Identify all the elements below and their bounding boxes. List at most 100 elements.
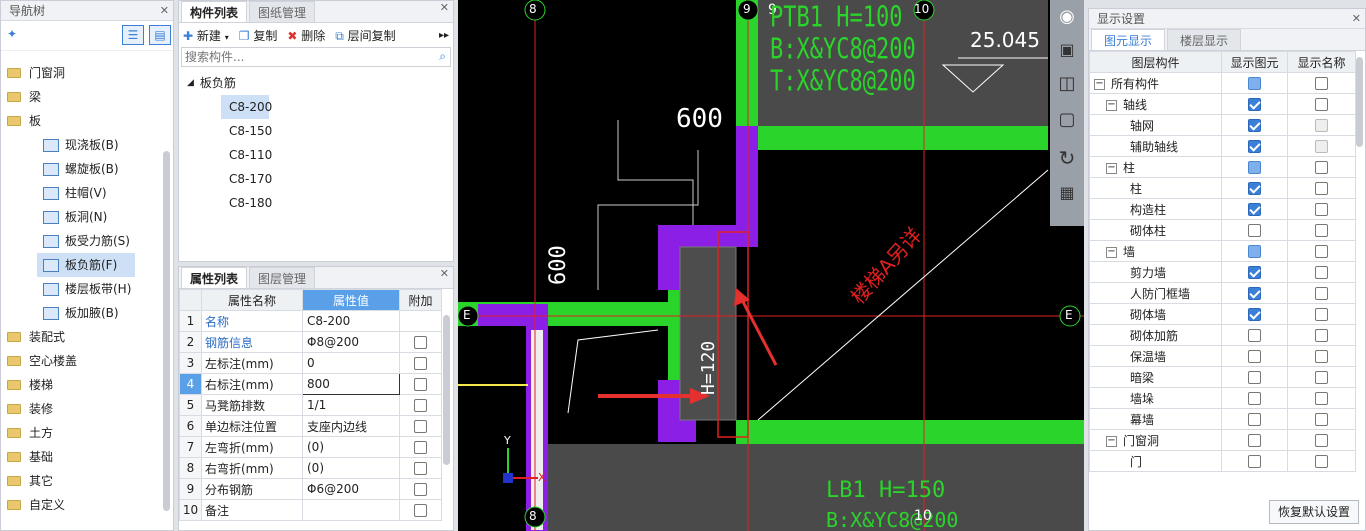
layer-row[interactable]: 幕墙 [1089,408,1356,430]
layer-row[interactable]: 保温墙 [1089,345,1356,367]
nav-item[interactable]: 现浇板(B) [1,133,173,157]
property-value[interactable] [302,499,400,521]
show-name-checkbox[interactable] [1315,392,1328,405]
collapse-icon[interactable]: − [1106,435,1117,447]
floor-copy-button[interactable]: ⧉ 层间复制 [335,27,395,44]
show-name-checkbox[interactable] [1315,329,1328,342]
layer-row[interactable]: 构造柱 [1089,198,1356,220]
nav-item[interactable]: 基础 [1,445,173,469]
layer-row[interactable]: − 所有构件 [1089,72,1356,94]
nav-item[interactable]: 梁 [1,85,173,109]
box-view-icon[interactable]: ▢ [1050,102,1084,138]
show-element-checkbox[interactable] [1248,266,1261,279]
tab-component-list[interactable]: 构件列表 [181,1,248,22]
add-icon[interactable]: ✦ [7,27,17,41]
property-add-checkbox[interactable] [414,378,427,391]
show-name-checkbox[interactable] [1315,266,1328,279]
search-icon[interactable]: ⌕ [439,49,446,64]
nav-item[interactable]: 板受力筋(S) [1,229,173,253]
nav-item[interactable]: 楼梯 [1,373,173,397]
property-add-checkbox[interactable] [414,504,427,517]
property-add-checkbox[interactable] [414,420,427,433]
property-row[interactable]: 2 钢筋信息 Φ8@200 [179,331,442,353]
collapse-icon[interactable]: − [1106,246,1117,258]
collapse-icon[interactable]: − [1094,78,1105,90]
nav-scrollbar[interactable] [163,151,170,511]
property-add-checkbox[interactable] [414,357,427,370]
layer-scrollbar[interactable] [1356,57,1363,147]
nav-item[interactable]: 门窗洞 [1,61,173,85]
component-item[interactable]: C8-110 [221,143,453,167]
close-icon[interactable]: ✕ [160,1,169,21]
show-name-checkbox[interactable] [1315,308,1328,321]
nav-item[interactable]: 土方 [1,421,173,445]
property-value[interactable]: C8-200 [302,310,400,332]
show-name-checkbox[interactable] [1315,77,1328,90]
property-row[interactable]: 7 左弯折(mm) (0) [179,436,442,458]
collapse-icon[interactable]: ◢ [187,71,194,95]
show-element-checkbox[interactable] [1248,140,1261,153]
tab-floor-display[interactable]: 楼层显示 [1167,29,1242,50]
property-row[interactable]: 4 右标注(mm) 800 [179,373,442,395]
nav-item[interactable]: 装修 [1,397,173,421]
nav-item[interactable]: 装配式 [1,325,173,349]
layer-row[interactable]: 砌体墙 [1089,303,1356,325]
show-element-checkbox[interactable] [1248,308,1261,321]
close-icon[interactable]: ✕ [440,267,449,280]
tab-element-display[interactable]: 图元显示 [1091,29,1166,50]
property-value[interactable]: (0) [302,436,400,458]
show-name-checkbox[interactable] [1315,203,1328,216]
close-icon[interactable]: ✕ [1352,9,1361,29]
show-element-checkbox[interactable] [1248,224,1261,237]
property-value[interactable]: Φ6@200 [302,478,400,500]
property-add-checkbox[interactable] [414,441,427,454]
property-value[interactable]: 800 [302,373,400,395]
cube-view-icon[interactable]: ◫ [1050,66,1084,102]
layer-row[interactable]: 人防门框墙 [1089,282,1356,304]
property-row[interactable]: 10 备注 [179,499,442,521]
nav-item[interactable]: 空心楼盖 [1,349,173,373]
layer-row[interactable]: 墙垛 [1089,387,1356,409]
show-name-checkbox[interactable] [1315,161,1328,174]
nav-item[interactable]: 楼层板带(H) [1,277,173,301]
nav-item[interactable]: 柱帽(V) [1,181,173,205]
show-element-checkbox[interactable] [1248,98,1261,111]
rotate-icon[interactable]: ↻ [1050,138,1084,178]
component-item[interactable]: C8-200 [221,95,272,119]
property-value[interactable]: 支座内边线 [302,415,400,437]
close-icon[interactable]: ✕ [440,1,449,14]
restore-default-button[interactable]: 恢复默认设置 [1269,500,1359,524]
property-add-checkbox[interactable] [414,483,427,496]
show-name-checkbox[interactable] [1315,98,1328,111]
show-element-checkbox[interactable] [1248,77,1261,90]
layout-icon[interactable]: ▦ [1050,178,1084,208]
tab-drawing-manage[interactable]: 图纸管理 [249,1,316,22]
nav-item[interactable]: 板加腋(B) [1,301,173,325]
layer-row[interactable]: − 柱 [1089,156,1356,178]
show-element-checkbox[interactable] [1248,119,1261,132]
show-element-checkbox[interactable] [1248,287,1261,300]
layer-row[interactable]: 剪力墙 [1089,261,1356,283]
show-element-checkbox[interactable] [1248,434,1261,447]
show-name-checkbox[interactable] [1315,245,1328,258]
tab-layer-manage[interactable]: 图层管理 [249,267,316,288]
detail-view-icon[interactable]: ▤ [149,25,171,45]
show-element-checkbox[interactable] [1248,182,1261,195]
property-value[interactable]: 1/1 [302,394,400,416]
show-name-checkbox[interactable] [1315,140,1328,153]
property-row[interactable]: 9 分布钢筋 Φ6@200 [179,478,442,500]
property-value[interactable]: Φ8@200 [302,331,400,353]
property-value[interactable]: (0) [302,457,400,479]
layer-row[interactable]: − 墙 [1089,240,1356,262]
property-row[interactable]: 1 名称 C8-200 [179,310,442,332]
tab-property-list[interactable]: 属性列表 [181,267,248,288]
property-add-checkbox[interactable] [414,399,427,412]
nav-item[interactable]: 螺旋板(B) [1,157,173,181]
nav-item[interactable]: 板 [1,109,173,133]
layer-row[interactable]: 柱 [1089,177,1356,199]
nav-item[interactable]: 板负筋(F) [37,253,135,277]
more-icon[interactable]: ▸▸ [439,30,449,41]
collapse-icon[interactable]: − [1106,99,1117,111]
layer-row[interactable]: 暗梁 [1089,366,1356,388]
show-name-checkbox[interactable] [1315,350,1328,363]
